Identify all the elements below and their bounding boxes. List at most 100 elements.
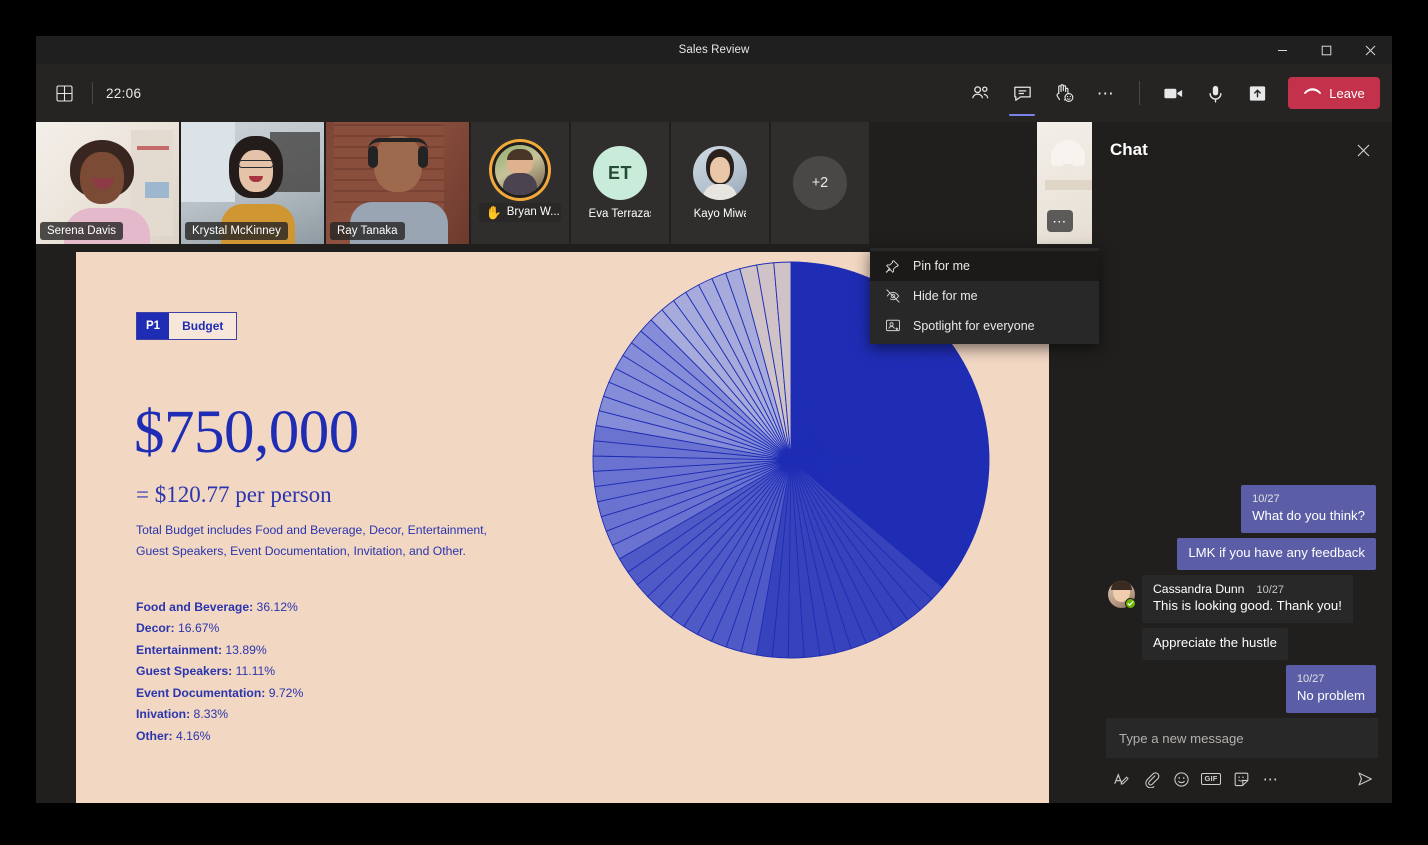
chat-message[interactable]: LMK if you have any feedback	[1108, 538, 1376, 570]
gif-icon[interactable]: GIF	[1198, 767, 1224, 791]
participant-tile-bryan-w[interactable]: ✋ Bryan W...	[471, 122, 569, 244]
slide-budget-breakdown: Food and Beverage: 36.12%Decor: 16.67%En…	[136, 597, 303, 747]
people-icon[interactable]	[959, 73, 1001, 113]
chat-message[interactable]: 10/27 What do you think?	[1108, 485, 1376, 533]
compose-box[interactable]	[1106, 718, 1378, 758]
budget-value: 36.12%	[253, 600, 298, 614]
avatar[interactable]	[1108, 581, 1135, 608]
context-menu-item-hide-for-me[interactable]: Hide for me	[870, 281, 1099, 311]
chat-message-date: 10/27	[1256, 583, 1284, 597]
slide-page-number: P1	[137, 313, 169, 339]
participant-name-chip: Eva Terrazas	[589, 208, 652, 220]
toolbar-right-group: ⋯	[959, 73, 1392, 113]
tile-content: ✋ Bryan W...	[476, 145, 564, 222]
budget-line-item: Event Documentation: 9.72%	[136, 683, 303, 704]
chat-bubble: Cassandra Dunn10/27This is looking good.…	[1142, 575, 1353, 624]
participant-overflow-tile[interactable]: +2	[771, 122, 869, 244]
participant-tile-serena-davis[interactable]: Serena Davis	[36, 122, 179, 244]
participant-filmstrip: Serena Davis Krystal McKi	[36, 122, 1092, 244]
context-menu-item-pin-for-me[interactable]: Pin for me	[870, 251, 1099, 281]
budget-category: Event Documentation:	[136, 686, 265, 700]
context-menu-label: Pin for me	[913, 259, 970, 273]
message-input[interactable]	[1119, 731, 1365, 746]
chat-message[interactable]: Cassandra Dunn10/27This is looking good.…	[1108, 575, 1376, 624]
sticker-icon[interactable]	[1228, 767, 1254, 791]
context-menu-item-spotlight-for-everyone[interactable]: Spotlight for everyone	[870, 311, 1099, 341]
slide-total-budget: $750,000	[134, 398, 359, 468]
chat-bubble: 10/27No problem	[1286, 665, 1376, 713]
chat-message-list[interactable]: 10/27 What do you think? LMK if you have a…	[1092, 178, 1392, 718]
avatar	[693, 146, 747, 200]
slide-page-tag: P1 Budget	[136, 312, 237, 340]
participant-tile-krystal-mckinney[interactable]: Krystal McKinney	[181, 122, 324, 244]
chat-message-meta: Cassandra Dunn10/27	[1153, 582, 1342, 598]
window-controls	[1260, 36, 1392, 64]
share-screen-icon[interactable]	[1236, 73, 1278, 113]
attach-file-icon[interactable]	[1138, 767, 1164, 791]
messages-container: 10/27 What do you think? LMK if you have a…	[1108, 485, 1376, 718]
chat-message-date: 10/27	[1297, 672, 1365, 686]
meeting-toolbar: 22:06	[36, 64, 1392, 122]
window-title: Sales Review	[679, 44, 750, 56]
budget-line-item: Food and Beverage: 36.12%	[136, 597, 303, 618]
chat-message-group: Cassandra Dunn10/27This is looking good.…	[1108, 575, 1353, 624]
spotlight-icon	[884, 318, 901, 334]
participant-name: Eva Terrazas	[589, 208, 652, 220]
budget-value: 4.16%	[173, 729, 211, 743]
grid-layout-icon[interactable]	[49, 78, 79, 108]
chat-message-text: What do you think?	[1252, 508, 1365, 525]
participant-name-chip: Kayo Miwa	[694, 208, 747, 220]
chat-bubble: 10/27 What do you think?	[1241, 485, 1376, 533]
close-icon[interactable]	[1348, 36, 1392, 64]
chat-icon[interactable]	[1001, 73, 1043, 113]
more-dots-glyph: ⋯	[1052, 214, 1068, 228]
format-text-icon[interactable]	[1108, 767, 1134, 791]
raised-hand-icon: ✋	[486, 206, 502, 219]
participant-name: Kayo Miwa	[694, 208, 747, 220]
window-titlebar: Sales Review	[36, 36, 1392, 64]
gif-label: GIF	[1201, 773, 1220, 786]
emoji-icon[interactable]	[1168, 767, 1194, 791]
participant-tile-eva-terrazas[interactable]: ET Eva Terrazas	[571, 122, 669, 244]
budget-value: 8.33%	[190, 707, 228, 721]
budget-value: 13.89%	[222, 643, 267, 657]
hangup-icon	[1303, 82, 1322, 104]
chat-bubble: Appreciate the hustle	[1142, 628, 1288, 660]
budget-category: Decor:	[136, 621, 175, 635]
participant-tile-kayo-miwa[interactable]: Kayo Miwa	[671, 122, 769, 244]
leave-label: Leave	[1329, 86, 1364, 101]
minimize-icon[interactable]	[1260, 36, 1304, 64]
avatar-initials: ET	[593, 146, 647, 200]
budget-category: Other:	[136, 729, 173, 743]
chat-message[interactable]: 10/27No problem	[1108, 665, 1376, 713]
eye-off-icon	[884, 288, 901, 304]
budget-value: 11.11%	[232, 664, 275, 678]
camera-icon[interactable]	[1152, 73, 1194, 113]
presence-available-badge	[1125, 598, 1136, 609]
more-options-icon[interactable]: ⋯	[1085, 73, 1127, 113]
participant-name: Krystal McKinney	[192, 225, 281, 237]
more-options-icon[interactable]: ⋯	[1047, 210, 1073, 232]
budget-value: 16.67%	[175, 621, 220, 635]
meeting-stage: Serena Davis Krystal McKi	[36, 122, 1092, 803]
tile-content: Kayo Miwa	[692, 146, 748, 220]
device-frame: Sales Review	[0, 0, 1428, 845]
send-icon[interactable]	[1352, 767, 1378, 791]
participant-tile-ray-tanaka[interactable]: Ray Tanaka	[326, 122, 469, 244]
budget-value: 9.72%	[265, 686, 303, 700]
close-icon[interactable]	[1350, 137, 1376, 163]
video-tile-context-menu[interactable]: Pin for me Hide for me	[870, 248, 1099, 344]
chat-message[interactable]: Appreciate the hustle	[1108, 628, 1376, 660]
chat-message-date: 10/27	[1252, 492, 1365, 506]
raise-hand-reactions-icon[interactable]	[1043, 73, 1085, 113]
slide-per-person: = $120.77 per person	[136, 482, 332, 508]
microphone-icon[interactable]	[1194, 73, 1236, 113]
budget-category: Inivation:	[136, 707, 190, 721]
chat-title: Chat	[1110, 140, 1148, 160]
more-options-icon[interactable]: ⋯	[1258, 767, 1284, 791]
leave-button[interactable]: Leave	[1288, 77, 1380, 109]
more-dots-glyph: ⋯	[1263, 772, 1280, 787]
toolbar-separator	[1139, 81, 1140, 105]
maximize-icon[interactable]	[1304, 36, 1348, 64]
avatar	[495, 145, 545, 195]
